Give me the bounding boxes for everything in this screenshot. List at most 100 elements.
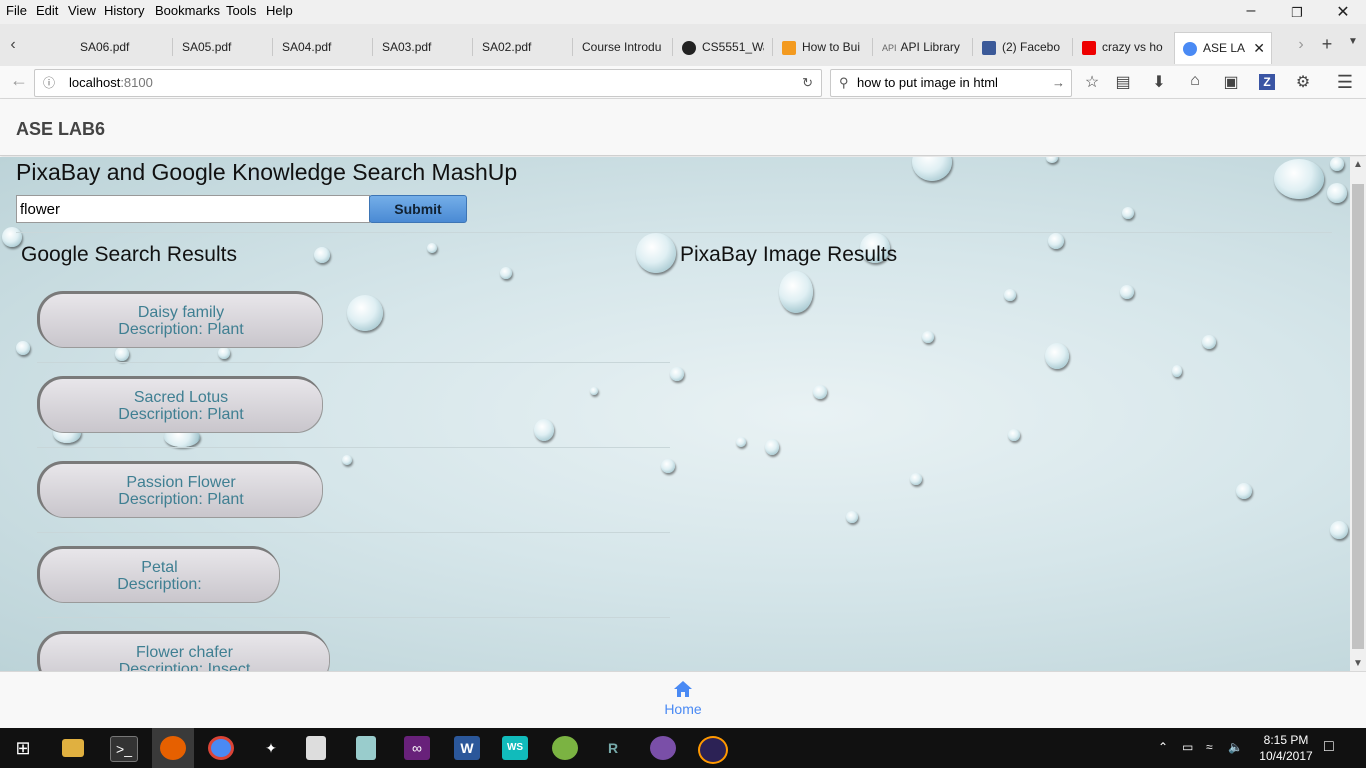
home-icon[interactable]: ⌂ (1184, 72, 1206, 90)
search-box[interactable]: ⚲ how to put image in html → (830, 69, 1072, 97)
close-window-icon[interactable]: ✕ (1328, 2, 1358, 22)
result-card[interactable]: Daisy family Description: Plant (37, 291, 322, 347)
result-name: Sacred Lotus (133, 389, 229, 406)
github-desktop-icon[interactable] (650, 736, 676, 760)
file-explorer-icon[interactable] (62, 739, 84, 757)
notes-icon[interactable] (356, 736, 376, 760)
menu-edit[interactable]: Edit (36, 3, 58, 18)
row-divider (37, 447, 670, 448)
battery-icon[interactable]: ▭ (1182, 740, 1193, 754)
droplet-decoration (1327, 183, 1347, 203)
minimize-icon[interactable]: – (1236, 2, 1266, 20)
submit-button[interactable]: Submit (369, 195, 467, 223)
droplet-decoration (846, 511, 858, 523)
clock[interactable]: 8:15 PM 10/4/2017 (1258, 732, 1314, 764)
tab-how-to-build[interactable]: How to Bui (782, 32, 864, 62)
webstorm-icon[interactable]: WS (502, 736, 528, 760)
reload-icon[interactable]: ↻ (802, 70, 813, 96)
tab-list-icon[interactable]: ▼ (1342, 36, 1364, 47)
word-icon[interactable]: W (454, 736, 480, 760)
tab-scroll-left-icon[interactable]: ‹ (2, 36, 24, 54)
google-results-heading: Google Search Results (21, 243, 237, 266)
r-icon[interactable]: R (600, 736, 626, 760)
url-bar[interactable]: ⓘ localhost:8100 ↻ (34, 69, 822, 97)
droplet-decoration (1004, 289, 1016, 301)
eclipse-icon[interactable] (698, 736, 728, 764)
download-icon[interactable]: ⬇ (1148, 72, 1170, 92)
result-card[interactable]: Passion Flower Description: Plant (37, 461, 322, 517)
droplet-decoration (1120, 285, 1134, 299)
url-text: localhost:8100 (69, 75, 153, 90)
reading-list-icon[interactable]: ▤ (1112, 72, 1134, 92)
result-description: Description: (117, 576, 202, 593)
tab-sa06[interactable]: SA06.pdf (80, 32, 170, 62)
android-studio-icon[interactable] (552, 736, 578, 760)
result-card[interactable]: Flower chafer Description: Insect (37, 631, 329, 671)
search-go-icon[interactable]: → (1052, 70, 1065, 96)
tab-api-library[interactable]: API API Library (882, 32, 964, 62)
droplet-decoration (1008, 429, 1020, 441)
tab-ase-lab-active[interactable]: ASE LA ✕ (1174, 32, 1272, 64)
firefox-icon[interactable] (160, 736, 186, 760)
droplet-decoration (2, 227, 22, 247)
hamburger-menu-icon[interactable]: ☰ (1334, 72, 1356, 93)
tab-label: CS5551_Wa (702, 40, 764, 54)
search-input[interactable]: how to put image in html (857, 70, 998, 96)
zotero-icon[interactable]: Z (1259, 74, 1275, 90)
menu-file[interactable]: File (6, 3, 27, 18)
tab-scroll-right-icon[interactable]: › (1290, 36, 1312, 54)
tab-label: SA02.pdf (482, 40, 532, 54)
result-card[interactable]: Sacred Lotus Description: Plant (37, 376, 322, 432)
info-icon[interactable]: ⓘ (43, 70, 55, 96)
tab-youtube[interactable]: crazy vs ho (1082, 32, 1164, 62)
menu-bookmarks[interactable]: Bookmarks (155, 3, 220, 18)
tab-home[interactable]: Home (650, 680, 716, 717)
new-tab-icon[interactable]: + (1316, 34, 1338, 55)
tab-facebook[interactable]: (2) Facebo (982, 32, 1064, 62)
scroll-down-icon[interactable]: ▼ (1350, 658, 1366, 669)
terminal-icon[interactable]: >_ (110, 736, 138, 762)
tab-sa03[interactable]: SA03.pdf (382, 32, 472, 62)
document-icon[interactable] (306, 736, 326, 760)
screenshot-icon[interactable]: ▣ (1220, 72, 1242, 92)
bookmark-star-icon[interactable]: ☆ (1081, 72, 1103, 92)
extension-icon[interactable]: ⚙ (1292, 72, 1314, 92)
droplet-decoration (342, 455, 352, 465)
tab-sa02[interactable]: SA02.pdf (482, 32, 572, 62)
chrome-icon[interactable] (208, 736, 234, 760)
menu-tools[interactable]: Tools (226, 3, 256, 18)
search-query-input[interactable] (16, 195, 370, 223)
close-tab-icon[interactable]: ✕ (1253, 33, 1265, 63)
back-icon[interactable]: ← (8, 70, 30, 91)
droplet-decoration (590, 387, 598, 395)
scrollbar-thumb[interactable] (1352, 184, 1364, 649)
result-description: Description: Plant (118, 406, 244, 423)
page-scrollbar[interactable]: ▲ ▼ (1350, 157, 1366, 671)
tab-course-intro[interactable]: Course Introdu (582, 32, 664, 62)
tab-sa05[interactable]: SA05.pdf (182, 32, 272, 62)
menu-view[interactable]: View (68, 3, 96, 18)
result-card[interactable]: Petal Description: (37, 546, 279, 602)
restore-icon[interactable]: ❐ (1282, 5, 1312, 21)
menu-help[interactable]: Help (266, 3, 293, 18)
droplet-decoration (779, 271, 813, 313)
droplet-decoration (218, 347, 230, 359)
result-description: Description: Plant (118, 321, 244, 338)
droplet-decoration (1172, 365, 1182, 377)
notifications-icon[interactable]: □ (1324, 738, 1334, 756)
navigation-bar: ← ⓘ localhost:8100 ↻ ⚲ how to put image … (0, 66, 1366, 99)
tab-sa04[interactable]: SA04.pdf (282, 32, 372, 62)
wifi-icon[interactable]: ≈ (1206, 740, 1213, 754)
tab-github[interactable]: CS5551_Wa (682, 32, 764, 62)
tools-icon[interactable]: ✦ (258, 736, 284, 760)
droplet-decoration (500, 267, 512, 279)
droplet-decoration (1045, 343, 1069, 369)
tab-label: (2) Facebo (1002, 40, 1061, 54)
tray-expand-icon[interactable]: ⌃ (1158, 740, 1168, 754)
visual-studio-icon[interactable]: ∞ (404, 736, 430, 760)
scroll-up-icon[interactable]: ▲ (1350, 159, 1366, 170)
result-name: Flower chafer (136, 644, 233, 661)
windows-start-icon[interactable]: ⊞ (10, 736, 36, 760)
volume-icon[interactable]: 🔈 (1228, 740, 1243, 754)
menu-history[interactable]: History (104, 3, 144, 18)
